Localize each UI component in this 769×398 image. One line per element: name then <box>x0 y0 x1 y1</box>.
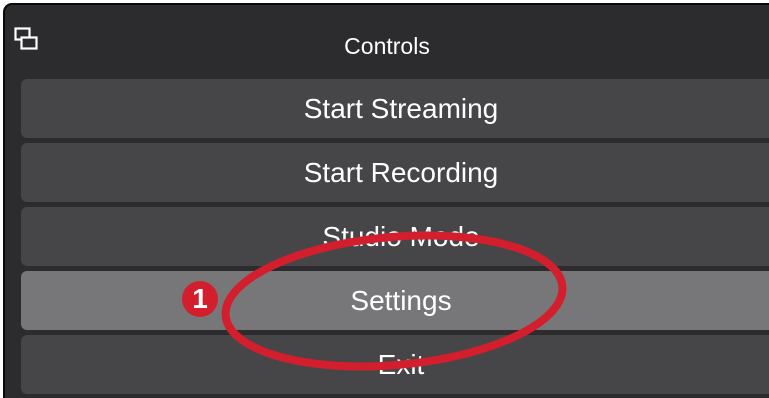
dock-titlebar: Controls <box>5 5 769 75</box>
settings-button[interactable]: Settings <box>21 271 769 330</box>
exit-button[interactable]: Exit <box>21 335 769 394</box>
start-streaming-button[interactable]: Start Streaming <box>21 79 769 138</box>
start-recording-button[interactable]: Start Recording <box>21 143 769 202</box>
step-badge: 1 <box>182 281 218 317</box>
studio-mode-button[interactable]: Studio Mode <box>21 207 769 266</box>
controls-dock: Controls Start Streaming Start Recording… <box>3 3 769 398</box>
dock-title: Controls <box>344 33 430 59</box>
